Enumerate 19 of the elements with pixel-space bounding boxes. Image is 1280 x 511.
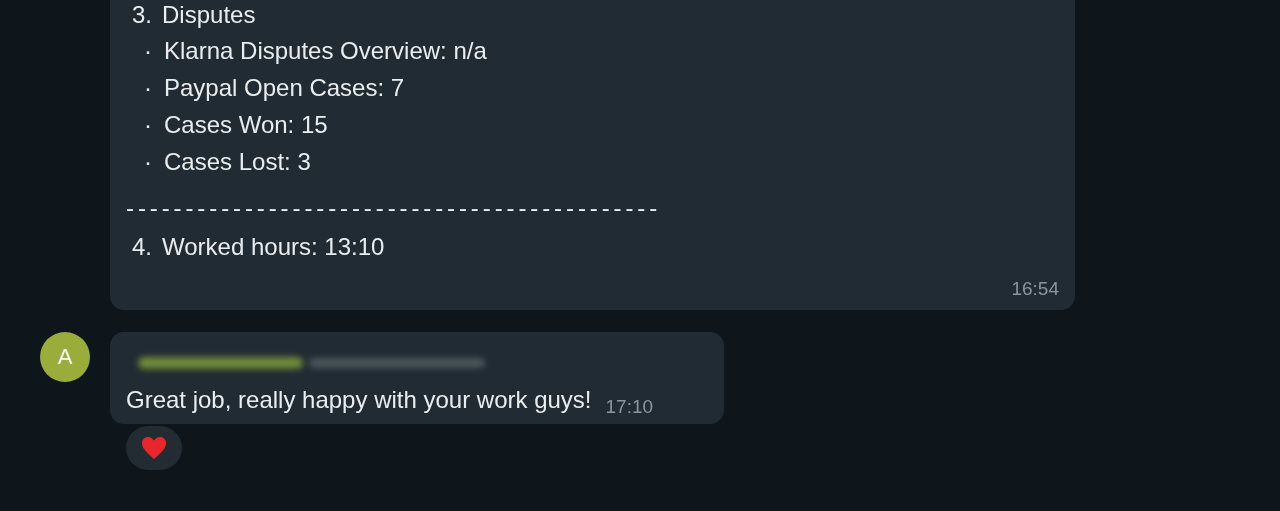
heart-icon bbox=[141, 436, 167, 460]
bullet-marker: · bbox=[143, 36, 153, 65]
message-time: 16:54 bbox=[1011, 278, 1059, 300]
avatar[interactable]: A bbox=[40, 332, 90, 382]
bullet-marker: · bbox=[143, 110, 153, 139]
bullet-marker: · bbox=[143, 73, 153, 102]
reaction-chip[interactable] bbox=[126, 426, 182, 470]
bullet-marker: · bbox=[143, 147, 153, 176]
bullet-text: Cases Lost: 3 bbox=[164, 147, 311, 176]
message-text: Great job, really happy with your work guys! bbox=[126, 386, 592, 414]
dashed-divider: --------------------------------------------- bbox=[126, 193, 663, 223]
list-number: 4. bbox=[132, 233, 152, 261]
bullet-text: Klarna Disputes Overview: n/a bbox=[164, 36, 487, 65]
message-time: 17:10 bbox=[605, 396, 654, 418]
list-item-text: Worked hours: 13:10 bbox=[162, 233, 385, 261]
bullet-text: Paypal Open Cases: 7 bbox=[164, 73, 405, 102]
section-heading: Disputes bbox=[162, 1, 256, 29]
list-number: 3. bbox=[132, 1, 152, 29]
bullet-text: Cases Won: 15 bbox=[164, 110, 328, 139]
